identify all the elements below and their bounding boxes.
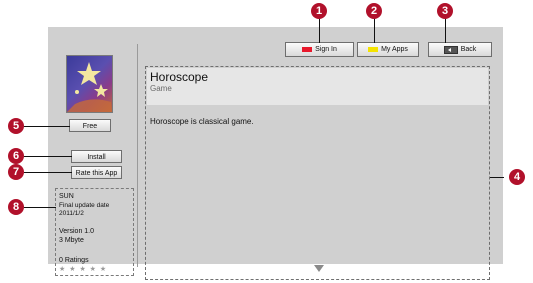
callout-badge-2: 2	[366, 3, 382, 19]
callout-badge-5: 5	[8, 118, 24, 134]
publisher: SUN	[59, 193, 74, 200]
update-date: 2011/1/2	[59, 210, 84, 217]
divider	[137, 44, 138, 267]
yellow-key-icon	[368, 47, 379, 52]
scroll-down-icon[interactable]	[314, 265, 324, 272]
rate-app-button[interactable]: Rate this App	[71, 166, 122, 179]
callout-line-3	[445, 17, 446, 43]
my-apps-label: My Apps	[381, 46, 408, 53]
app-description: Horoscope is classical game.	[150, 117, 254, 126]
callout-line-7	[24, 172, 72, 173]
star-icon	[67, 62, 111, 112]
callout-badge-7: 7	[8, 164, 24, 180]
sign-in-button[interactable]: Sign In	[285, 42, 354, 57]
app-title: Horoscope	[150, 70, 209, 84]
back-label: Back	[460, 46, 477, 53]
ratings-count: 0 Ratings	[59, 257, 89, 264]
callout-line-2	[374, 17, 375, 43]
back-button[interactable]: Back	[428, 42, 492, 57]
sign-in-label: Sign In	[315, 46, 337, 53]
free-button[interactable]: Free	[69, 119, 111, 132]
callout-badge-4: 4	[509, 169, 525, 185]
callout-line-1	[319, 17, 320, 43]
callout-badge-8: 8	[8, 199, 24, 215]
app-thumbnail	[66, 55, 113, 113]
red-key-icon	[302, 47, 313, 52]
rating-stars[interactable]: ★ ★ ★ ★ ★	[59, 265, 107, 273]
version: Version 1.0	[59, 228, 95, 235]
back-key-icon	[443, 45, 458, 54]
callout-badge-3: 3	[437, 3, 453, 19]
callout-line-5	[24, 126, 70, 127]
app-category: Game	[150, 84, 172, 93]
update-label: Final update date	[59, 202, 110, 209]
callout-line-4	[490, 177, 504, 178]
callout-badge-6: 6	[8, 148, 24, 164]
callout-line-6	[24, 156, 72, 157]
install-button[interactable]: Install	[71, 150, 122, 163]
my-apps-button[interactable]: My Apps	[357, 42, 419, 57]
callout-badge-1: 1	[311, 3, 327, 19]
callout-line-8	[24, 207, 56, 208]
size: 3 Mbyte	[59, 237, 84, 244]
